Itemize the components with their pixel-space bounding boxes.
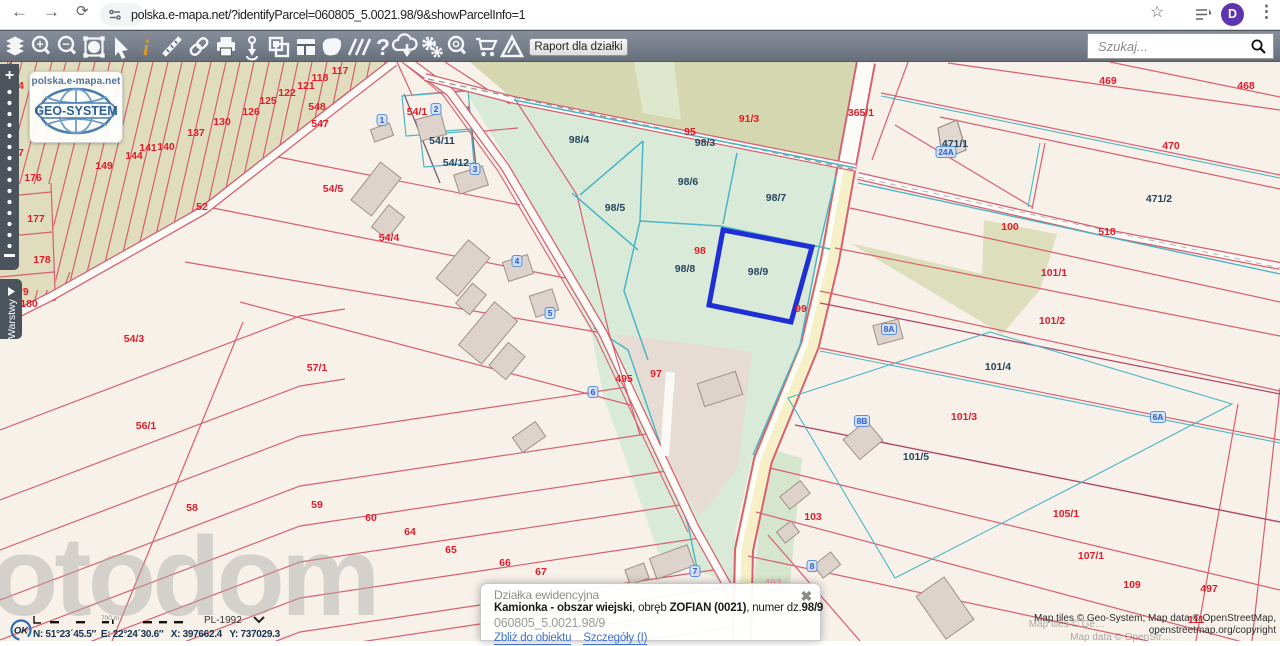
svg-text:8: 8 bbox=[810, 561, 815, 571]
svg-text:5: 5 bbox=[548, 308, 553, 318]
svg-text:109: 109 bbox=[1123, 579, 1141, 591]
svg-text:8A: 8A bbox=[884, 324, 895, 334]
svg-text:125: 125 bbox=[259, 95, 277, 107]
svg-text:471/2: 471/2 bbox=[1146, 193, 1172, 205]
svg-text:470: 470 bbox=[1162, 140, 1180, 152]
svg-text:6: 6 bbox=[591, 387, 596, 397]
svg-text:101/3: 101/3 bbox=[951, 411, 977, 423]
svg-text:100: 100 bbox=[1001, 221, 1019, 233]
svg-text:54/1: 54/1 bbox=[407, 106, 428, 118]
svg-text:OK: OK bbox=[14, 626, 29, 637]
svg-text:103: 103 bbox=[804, 511, 822, 523]
svg-text:101/2: 101/2 bbox=[1039, 315, 1065, 327]
svg-text:178: 178 bbox=[33, 254, 51, 266]
svg-text:3: 3 bbox=[473, 164, 478, 174]
svg-text:101/4: 101/4 bbox=[985, 361, 1011, 373]
svg-text:66: 66 bbox=[499, 557, 511, 569]
svg-text:700 m: 700 m bbox=[101, 615, 119, 622]
svg-text:54/3: 54/3 bbox=[124, 333, 145, 345]
svg-text:98/3: 98/3 bbox=[695, 137, 716, 149]
svg-text:+: + bbox=[5, 67, 14, 84]
svg-text:98/5: 98/5 bbox=[605, 202, 626, 214]
svg-text:?: ? bbox=[376, 34, 390, 60]
svg-text:126: 126 bbox=[242, 106, 260, 118]
svg-text:67: 67 bbox=[535, 566, 547, 578]
svg-text:52: 52 bbox=[196, 201, 208, 213]
svg-text:122: 122 bbox=[278, 87, 296, 99]
svg-text:54/11: 54/11 bbox=[429, 135, 455, 147]
svg-text:141: 141 bbox=[139, 142, 157, 154]
svg-text:4: 4 bbox=[515, 256, 520, 266]
svg-text:149: 149 bbox=[95, 160, 113, 172]
svg-text:98/6: 98/6 bbox=[678, 176, 699, 188]
svg-text:−: − bbox=[62, 37, 70, 52]
svg-text:99: 99 bbox=[795, 303, 807, 315]
svg-text:130: 130 bbox=[213, 116, 231, 128]
svg-text:101/5: 101/5 bbox=[903, 451, 929, 463]
svg-text:+: + bbox=[36, 37, 44, 52]
svg-text:97: 97 bbox=[650, 368, 662, 380]
svg-text:98/7: 98/7 bbox=[766, 192, 787, 204]
svg-text:GEO-SYSTEM: GEO-SYSTEM bbox=[34, 104, 117, 118]
svg-text:98/4: 98/4 bbox=[569, 134, 590, 146]
svg-text:468: 468 bbox=[1237, 80, 1255, 92]
svg-text:57/1: 57/1 bbox=[307, 362, 328, 374]
svg-text:8B: 8B bbox=[857, 416, 868, 426]
svg-text:118: 118 bbox=[312, 72, 329, 84]
svg-text:548: 548 bbox=[308, 101, 326, 113]
svg-text:469: 469 bbox=[1099, 75, 1117, 87]
svg-text:105/1: 105/1 bbox=[1053, 508, 1079, 520]
svg-text:54/12: 54/12 bbox=[443, 157, 469, 169]
svg-text:Warstwy: Warstwy bbox=[6, 298, 18, 339]
svg-text:56/1: 56/1 bbox=[136, 420, 157, 432]
svg-text:54/4: 54/4 bbox=[379, 232, 400, 244]
svg-text:365/1: 365/1 bbox=[848, 107, 874, 119]
svg-text:497: 497 bbox=[1200, 583, 1218, 595]
svg-text:i: i bbox=[143, 35, 150, 60]
svg-text:7: 7 bbox=[693, 566, 698, 576]
svg-text:91/3: 91/3 bbox=[739, 113, 760, 125]
svg-text:140: 140 bbox=[157, 141, 175, 153]
svg-text:59: 59 bbox=[311, 499, 323, 511]
svg-text:177: 177 bbox=[27, 213, 45, 225]
svg-text:65: 65 bbox=[445, 544, 457, 556]
svg-text:1: 1 bbox=[380, 115, 385, 125]
svg-text:64: 64 bbox=[404, 526, 416, 538]
svg-text:24A: 24A bbox=[938, 147, 954, 157]
svg-text:2: 2 bbox=[434, 104, 439, 114]
svg-text:547: 547 bbox=[311, 118, 329, 130]
svg-text:107/1: 107/1 bbox=[1078, 550, 1104, 562]
svg-text:495: 495 bbox=[615, 373, 633, 385]
svg-text:117: 117 bbox=[332, 65, 349, 77]
svg-text:98: 98 bbox=[694, 245, 706, 257]
svg-text:176: 176 bbox=[24, 172, 42, 184]
svg-text:6A: 6A bbox=[1153, 412, 1164, 422]
svg-text:101/1: 101/1 bbox=[1041, 267, 1067, 279]
svg-text:518: 518 bbox=[1098, 226, 1116, 238]
svg-text:180: 180 bbox=[20, 298, 38, 310]
svg-text:98/9: 98/9 bbox=[748, 266, 769, 278]
svg-text:98/8: 98/8 bbox=[675, 263, 696, 275]
svg-text:137: 137 bbox=[187, 127, 205, 139]
svg-text:54/5: 54/5 bbox=[323, 183, 344, 195]
